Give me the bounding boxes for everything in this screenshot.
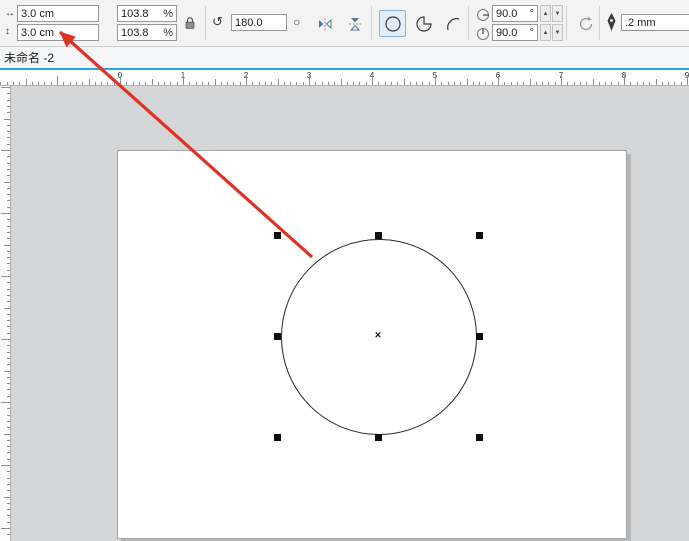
selection-handle-middle-left[interactable] [274, 333, 281, 340]
selection-handle-top-right[interactable] [476, 232, 483, 239]
selection-handle-bottom-right[interactable] [476, 434, 483, 441]
object-height-icon: ↕ [5, 27, 10, 37]
end-angle-increment-button[interactable]: ▲ [540, 24, 551, 41]
document-tab-bar: 未命名 -2 [0, 46, 689, 70]
mirror-vertical-icon [347, 16, 363, 32]
arc-icon [444, 15, 462, 33]
selection-handle-bottom-middle[interactable] [375, 434, 382, 441]
selection-center-mark: × [375, 329, 381, 341]
rotation-angle-field[interactable]: 180.0 [231, 14, 287, 31]
end-angle-decrement-button[interactable]: ▼ [552, 24, 563, 41]
object-width-field[interactable]: 3.0 cm [17, 5, 99, 22]
selection-handle-top-middle[interactable] [375, 232, 382, 239]
separator [566, 6, 567, 40]
rotation-icon: ↺ [212, 15, 223, 28]
object-height-field[interactable]: 3.0 cm [17, 24, 99, 41]
spin-down-icon: ▼ [555, 30, 561, 36]
vertical-ruler[interactable] [0, 86, 11, 541]
scale-vertical-value: 103.8 [121, 27, 161, 39]
horizontal-ruler[interactable]: 0 1 2 3 4 5 6 7 8 9 [0, 70, 689, 86]
pie-icon [415, 15, 433, 33]
arc-direction-button[interactable] [573, 11, 598, 36]
scale-horizontal-value: 103.8 [121, 8, 161, 20]
spin-down-icon: ▼ [555, 11, 561, 17]
document-tab-title: 未命名 -2 [4, 49, 54, 66]
scale-horizontal-suffix: % [163, 8, 173, 20]
spin-up-icon: ▲ [543, 11, 549, 17]
arc-direction-icon [577, 15, 595, 33]
end-angle-field[interactable]: 90.0 ° [492, 24, 538, 41]
object-width-icon: ↔ [5, 9, 15, 19]
object-height-value: 3.0 cm [21, 27, 95, 39]
selection-handle-middle-right[interactable] [476, 333, 483, 340]
separator [468, 6, 469, 40]
start-angle-suffix: ° [530, 8, 534, 20]
start-angle-icon [476, 8, 490, 22]
start-angle-field[interactable]: 90.0 ° [492, 5, 538, 22]
spin-up-icon: ▲ [543, 30, 549, 36]
end-angle-value: 90.0 [496, 27, 528, 39]
scale-horizontal-field[interactable]: 103.8 % [117, 5, 177, 22]
outline-width-value: .2 mm [625, 17, 689, 29]
outline-width-field[interactable]: .2 mm [621, 14, 689, 31]
end-angle-suffix: ° [530, 27, 534, 39]
selection-handle-top-left[interactable] [274, 232, 281, 239]
scale-vertical-suffix: % [163, 27, 173, 39]
outline-pen-nib-icon [606, 12, 617, 32]
selection-handle-bottom-left[interactable] [274, 434, 281, 441]
mirror-horizontal-button[interactable] [312, 11, 337, 36]
start-angle-increment-button[interactable]: ▲ [540, 5, 551, 22]
lock-icon [184, 16, 196, 30]
pie-button[interactable] [410, 10, 437, 37]
property-bar: ↔ ↕ 3.0 cm 3.0 cm 103.8 % 103.8 % ↺ 180.… [0, 0, 689, 47]
ellipse-icon [384, 15, 402, 33]
document-tab[interactable]: 未命名 -2 [0, 46, 60, 68]
ellipse-button[interactable] [379, 10, 406, 37]
lock-ratio-button[interactable] [180, 11, 200, 35]
start-angle-value: 90.0 [496, 8, 528, 20]
end-angle-icon [476, 27, 490, 41]
mirror-vertical-button[interactable] [342, 11, 367, 36]
start-angle-decrement-button[interactable]: ▼ [552, 5, 563, 22]
mirror-horizontal-icon [317, 16, 333, 32]
scale-vertical-field[interactable]: 103.8 % [117, 24, 177, 41]
separator [205, 6, 206, 40]
separator [599, 6, 600, 40]
degree-indicator-icon: ○ [293, 16, 300, 28]
rotation-angle-value: 180.0 [235, 17, 283, 29]
arc-button[interactable] [439, 10, 466, 37]
object-width-value: 3.0 cm [21, 8, 95, 20]
separator [371, 6, 372, 40]
